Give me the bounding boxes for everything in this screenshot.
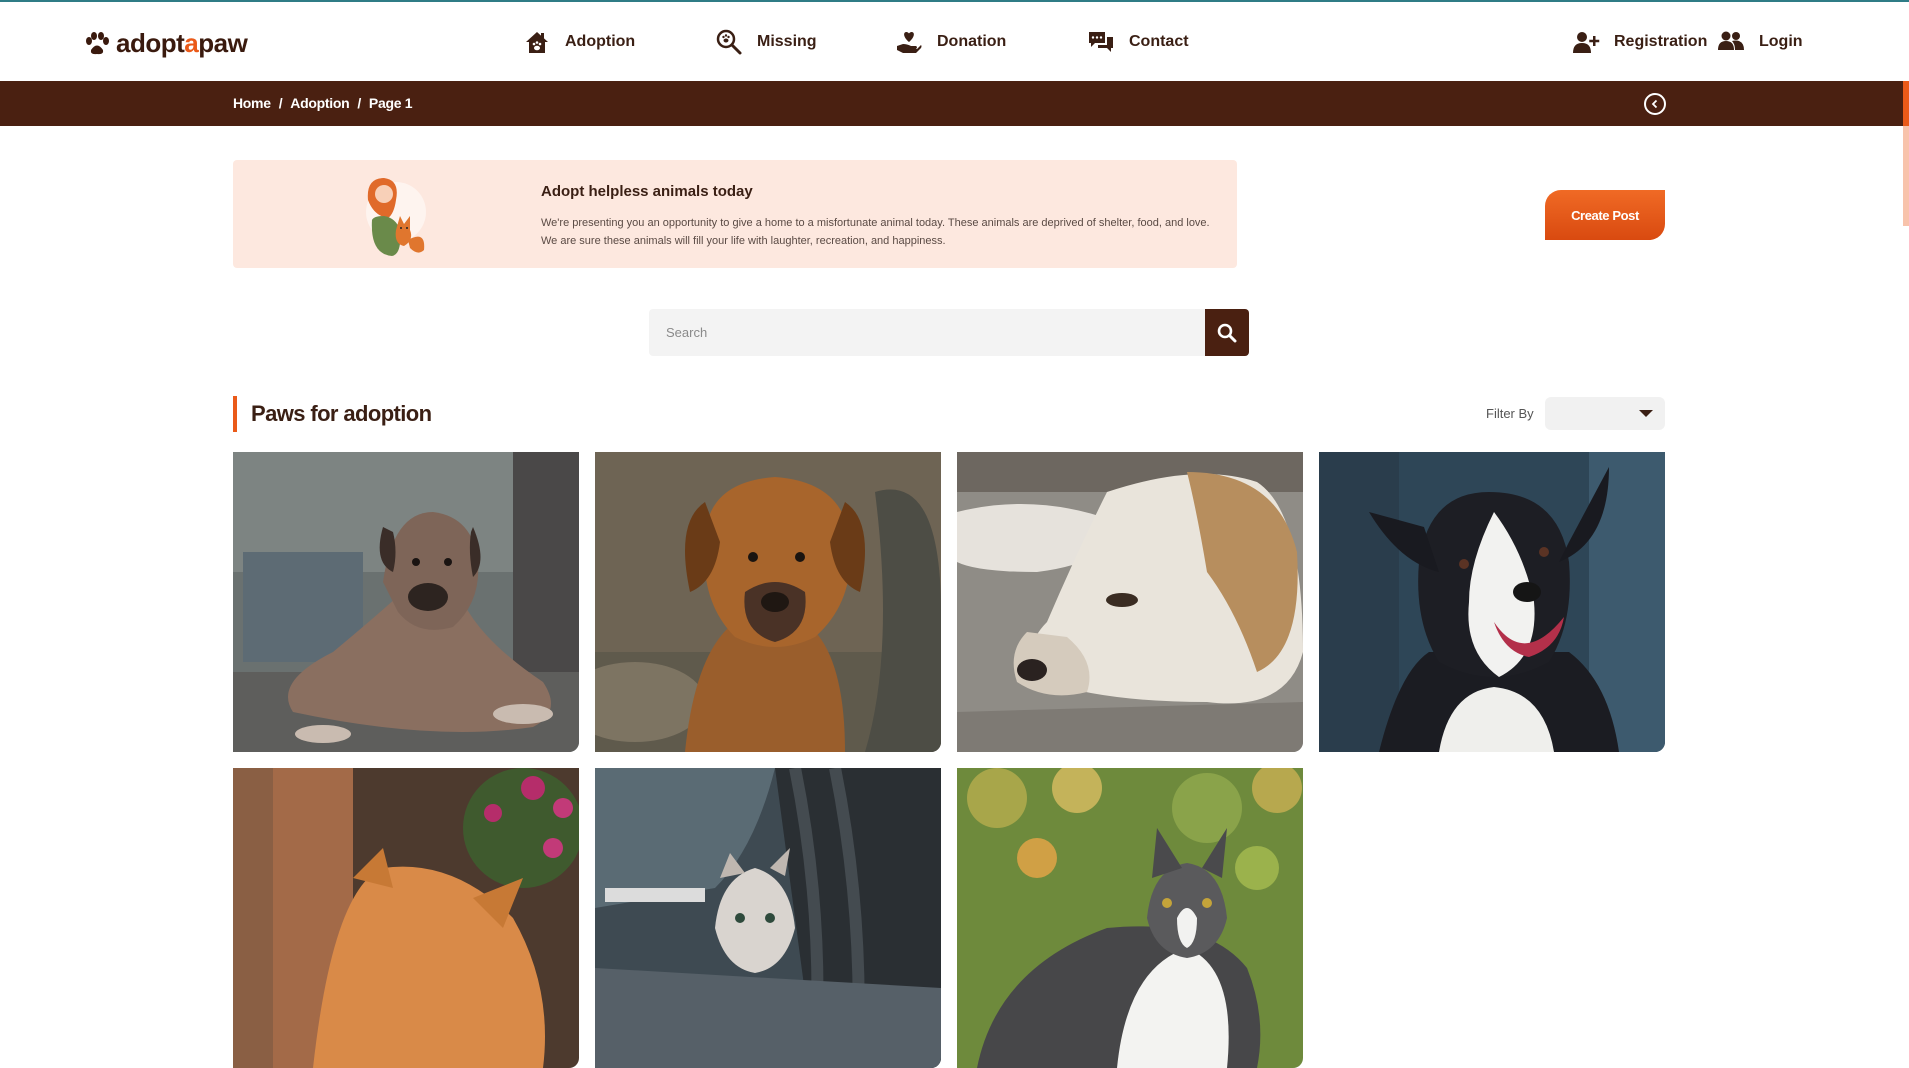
- dog-photo: [233, 452, 579, 752]
- scrollbar-thumb[interactable]: [1903, 126, 1909, 226]
- user-plus-icon: [1573, 32, 1600, 53]
- nav-registration[interactable]: Registration: [1572, 28, 1707, 56]
- house-paw-icon: [526, 32, 548, 53]
- search-paw-icon: [716, 29, 742, 55]
- create-post-button[interactable]: Create Post: [1545, 190, 1665, 240]
- pet-card-dog-resting[interactable]: [957, 452, 1303, 752]
- nav-login-label: Login: [1759, 33, 1803, 50]
- breadcrumb-page: Page 1: [368, 95, 413, 111]
- back-button[interactable]: [1644, 93, 1666, 115]
- pet-card-orange-cat[interactable]: [233, 768, 579, 1068]
- nav-registration-label: Registration: [1614, 33, 1708, 50]
- cat-photo: [233, 768, 579, 1068]
- search-bar: [649, 309, 1249, 356]
- dog-photo: [1319, 452, 1665, 752]
- brand-logo[interactable]: adoptapaw: [84, 28, 248, 59]
- nav-login[interactable]: Login: [1717, 28, 1803, 56]
- search-input[interactable]: [649, 309, 1205, 356]
- banner-title: Adopt helpless animals today: [541, 183, 753, 200]
- nav-missing-label: Missing: [757, 33, 817, 50]
- pet-card-border-collie[interactable]: [1319, 452, 1665, 752]
- section-title: Paws for adoption: [233, 396, 432, 432]
- top-navbar: adoptapaw Adoption Missing Donation Cont…: [0, 2, 1909, 81]
- paw-icon: [86, 31, 109, 54]
- woman-with-fox-illustration: [366, 178, 426, 256]
- search-button[interactable]: [1205, 309, 1249, 356]
- breadcrumb-bar: Home / Adoption / Page 1: [0, 81, 1909, 126]
- adopt-banner: Adopt helpless animals today We're prese…: [233, 160, 1237, 268]
- caret-down-icon: [1639, 410, 1653, 417]
- pet-card-tricolor-cat[interactable]: [957, 768, 1303, 1068]
- brand-name: adoptapaw: [116, 28, 248, 58]
- pet-card-brown-puppy[interactable]: [595, 452, 941, 752]
- puppy-photo: [595, 452, 941, 752]
- scrollbar-track-top: [1903, 81, 1909, 126]
- breadcrumb-separator: /: [278, 95, 283, 111]
- dog-photo: [957, 452, 1303, 752]
- search-icon: [1217, 323, 1237, 342]
- breadcrumb-separator: /: [357, 95, 361, 111]
- filter-dropdown[interactable]: [1545, 397, 1665, 430]
- banner-description: We're presenting you an opportunity to g…: [541, 217, 1210, 247]
- breadcrumb-home[interactable]: Home: [233, 95, 271, 111]
- users-icon: [1718, 31, 1744, 50]
- nav-adoption-label: Adoption: [565, 33, 636, 50]
- nav-contact[interactable]: Contact: [1087, 28, 1189, 56]
- nav-contact-label: Contact: [1129, 33, 1189, 50]
- breadcrumb: Home / Adoption / Page 1: [233, 95, 413, 111]
- pet-card-kitten[interactable]: [595, 768, 941, 1068]
- breadcrumb-adoption[interactable]: Adoption: [290, 95, 349, 111]
- filter-label: Filter By: [1486, 406, 1534, 421]
- chevron-left-icon: [1651, 99, 1658, 109]
- nav-missing[interactable]: Missing: [715, 28, 817, 56]
- cat-photo: [957, 768, 1303, 1068]
- pet-card-dog-lying[interactable]: [233, 452, 579, 752]
- chat-bubbles-icon: [1089, 32, 1113, 52]
- nav-donation[interactable]: Donation: [895, 28, 1006, 56]
- cat-photo: [595, 768, 941, 1068]
- nav-donation-label: Donation: [937, 33, 1007, 50]
- hand-heart-icon: [897, 32, 922, 53]
- nav-adoption[interactable]: Adoption: [523, 28, 635, 56]
